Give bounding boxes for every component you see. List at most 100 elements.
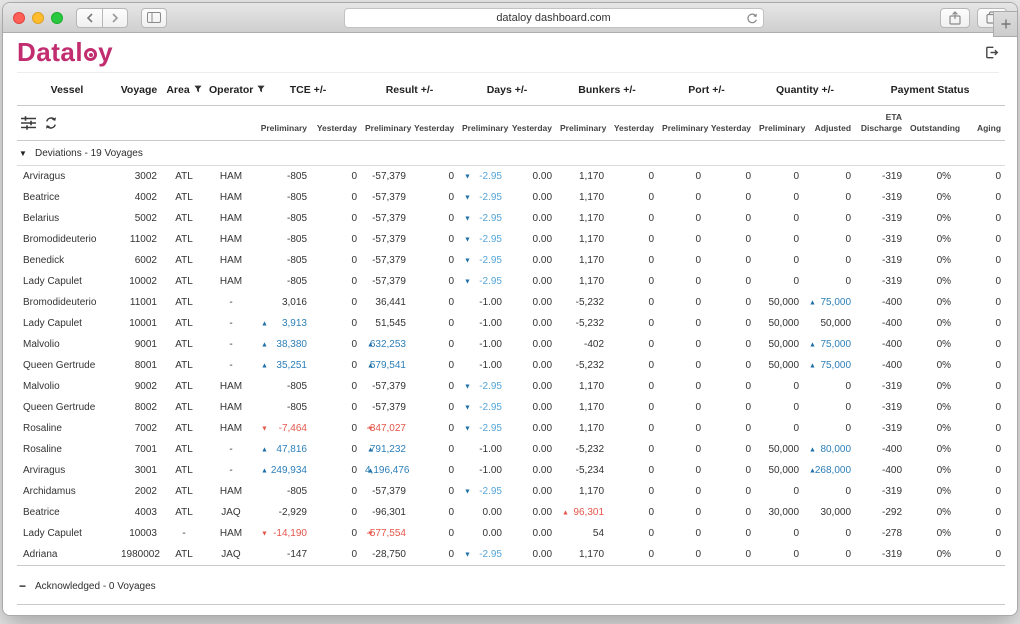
table-row[interactable]: Beatrice4002ATLHAM-8050-57,3790▼-2.950.0… [17, 187, 1005, 208]
table-row[interactable]: Malvolio9002ATLHAM-8050-57,3790▼-2.950.0… [17, 376, 1005, 397]
empty-section-icon[interactable] [19, 578, 35, 592]
value-text: 50,000 [768, 318, 799, 329]
value-text: 0 [448, 360, 454, 371]
table-row[interactable]: Bromodideuterio11002ATLHAM-8050-57,3790▼… [17, 229, 1005, 250]
value-text: 0 [793, 549, 799, 560]
table-row[interactable]: Rosaline7002ATLHAM▼-7,4640▼-347,0270▼-2.… [17, 418, 1005, 439]
sub-header[interactable]: Adjusted [803, 106, 855, 141]
table-row[interactable]: Rosaline7001ATL-▲47,8160▲791,2320-1.000.… [17, 439, 1005, 460]
cell-value: 0 [803, 250, 855, 271]
filter-icon[interactable] [194, 85, 202, 93]
value-text: 0 [648, 255, 654, 266]
sub-header[interactable]: Preliminary [658, 106, 705, 141]
table-row[interactable]: Lady Capulet10003-HAM▼-14,1900▼-577,5540… [17, 523, 1005, 544]
table-row[interactable]: Malvolio9001ATL-▲38,3800▲632,2530-1.000.… [17, 334, 1005, 355]
table-row[interactable]: Arviragus3002ATLHAM-8050-57,3790▼-2.950.… [17, 166, 1005, 188]
sidebar-toggle-button[interactable] [141, 8, 167, 28]
zoom-window-button[interactable] [51, 12, 63, 24]
table-row[interactable]: Queen Gertrude8002ATLHAM-8050-57,3790▼-2… [17, 397, 1005, 418]
cell-value: 0 [410, 334, 458, 355]
section-header-row[interactable]: Acknowledged - 0 Voyages [17, 566, 1005, 605]
cell-value: -57,379 [361, 271, 410, 292]
table-row[interactable]: Benedick6002ATLHAM-8050-57,3790▼-2.950.0… [17, 250, 1005, 271]
cell-value: 0 [311, 460, 361, 481]
cell-value: 1,170 [556, 271, 608, 292]
collapse-section-icon[interactable] [19, 149, 35, 158]
table-row[interactable]: Arviragus3001ATL-▲249,9340▲4,196,4760-1.… [17, 460, 1005, 481]
cell-value: 0 [755, 250, 803, 271]
table-row[interactable]: Archidamus2002ATLHAM-8050-57,3790▼-2.950… [17, 481, 1005, 502]
cell-value: 3,016 [255, 292, 311, 313]
sub-header[interactable]: Preliminary [361, 106, 410, 141]
col-header-payment-status[interactable]: Payment Status [855, 73, 1005, 106]
up-indicator-icon: ▲ [261, 467, 268, 474]
table-row[interactable]: Lady Capulet10001ATL-▲3,913051,5450-1.00… [17, 313, 1005, 334]
logout-button[interactable] [984, 45, 999, 60]
col-header-result[interactable]: Result +/- [361, 73, 458, 106]
col-header-vessel[interactable]: Vessel [17, 73, 117, 106]
value-text: 0 [995, 297, 1001, 308]
section-header-row[interactable]: Deviations - 19 Voyages [17, 141, 1005, 166]
sub-header[interactable]: Preliminary [458, 106, 506, 141]
sub-header[interactable]: Preliminary [255, 106, 311, 141]
cell-value: ▲632,253 [361, 334, 410, 355]
cell-value: 0 [608, 376, 658, 397]
cell-value: 0% [906, 544, 955, 566]
minimize-window-button[interactable] [32, 12, 44, 24]
sub-header[interactable]: ETA Discharge [855, 106, 906, 141]
col-header-bunkers[interactable]: Bunkers +/- [556, 73, 658, 106]
value-text: 96,301 [573, 507, 604, 518]
cell-value: 0 [755, 544, 803, 566]
value-text: -2,929 [279, 507, 307, 518]
cell-value: 0 [608, 544, 658, 566]
sub-header[interactable]: Outstanding [906, 106, 955, 141]
col-header-voyage[interactable]: Voyage [117, 73, 161, 106]
table-row[interactable]: Bromodideuterio11001ATL-3,016036,4410-1.… [17, 292, 1005, 313]
cell-value: 0 [705, 334, 755, 355]
table-row[interactable]: Beatrice4003ATLJAQ-2,9290-96,30100.000.0… [17, 502, 1005, 523]
close-window-button[interactable] [13, 12, 25, 24]
back-button[interactable] [76, 8, 102, 28]
col-header-area[interactable]: Area [161, 73, 207, 106]
cell-area: ATL [161, 397, 207, 418]
sub-header[interactable]: Yesterday [410, 106, 458, 141]
sub-header[interactable]: Preliminary [755, 106, 803, 141]
cell-value: ▲75,000 [803, 292, 855, 313]
col-header-operator[interactable]: Operator [207, 73, 255, 106]
sub-header[interactable]: Yesterday [506, 106, 556, 141]
forward-button[interactable] [102, 8, 128, 28]
sub-header[interactable]: Yesterday [608, 106, 658, 141]
cell-value: 1,170 [556, 166, 608, 188]
table-row[interactable]: Belarius5002ATLHAM-8050-57,3790▼-2.950.0… [17, 208, 1005, 229]
sub-header[interactable]: Aging [955, 106, 1005, 141]
filter-settings-button[interactable] [21, 116, 36, 130]
dashboard-page: Dataly Vessel Voyage Area Operator TCE +… [3, 33, 1017, 615]
section-header-row[interactable]: No Deviations - 6 Voyages [17, 605, 1005, 615]
refresh-data-button[interactable] [44, 116, 58, 130]
cell-area: ATL [161, 313, 207, 334]
col-header-tce[interactable]: TCE +/- [255, 73, 361, 106]
reload-button[interactable] [746, 12, 758, 28]
chevron-left-icon [86, 13, 94, 23]
sub-header[interactable]: Yesterday [705, 106, 755, 141]
col-header-days[interactable]: Days +/- [458, 73, 556, 106]
sub-header[interactable]: Yesterday [311, 106, 361, 141]
cell-vessel: Arviragus [17, 166, 117, 188]
share-button[interactable] [940, 8, 970, 28]
cell-vessel: Belarius [17, 208, 117, 229]
cell-value: 0 [803, 376, 855, 397]
new-tab-button[interactable] [993, 11, 1017, 37]
table-row[interactable]: Queen Gertrude8001ATL-▲35,2510▲579,5410-… [17, 355, 1005, 376]
sub-header[interactable]: Preliminary [556, 106, 608, 141]
address-bar[interactable]: dataloy dashboard.com [344, 8, 764, 28]
cell-value: 0.00 [506, 355, 556, 376]
col-header-quantity[interactable]: Quantity +/- [755, 73, 855, 106]
value-text: 0.00 [533, 486, 552, 497]
cell-value: 0 [705, 208, 755, 229]
down-indicator-icon: ▼ [464, 383, 471, 390]
table-row[interactable]: Adriana1980002ATLJAQ-1470-28,7500▼-2.950… [17, 544, 1005, 566]
table-row[interactable]: Lady Capulet10002ATLHAM-8050-57,3790▼-2.… [17, 271, 1005, 292]
filter-icon[interactable] [257, 85, 265, 93]
cell-vessel: Rosaline [17, 418, 117, 439]
col-header-port[interactable]: Port +/- [658, 73, 755, 106]
